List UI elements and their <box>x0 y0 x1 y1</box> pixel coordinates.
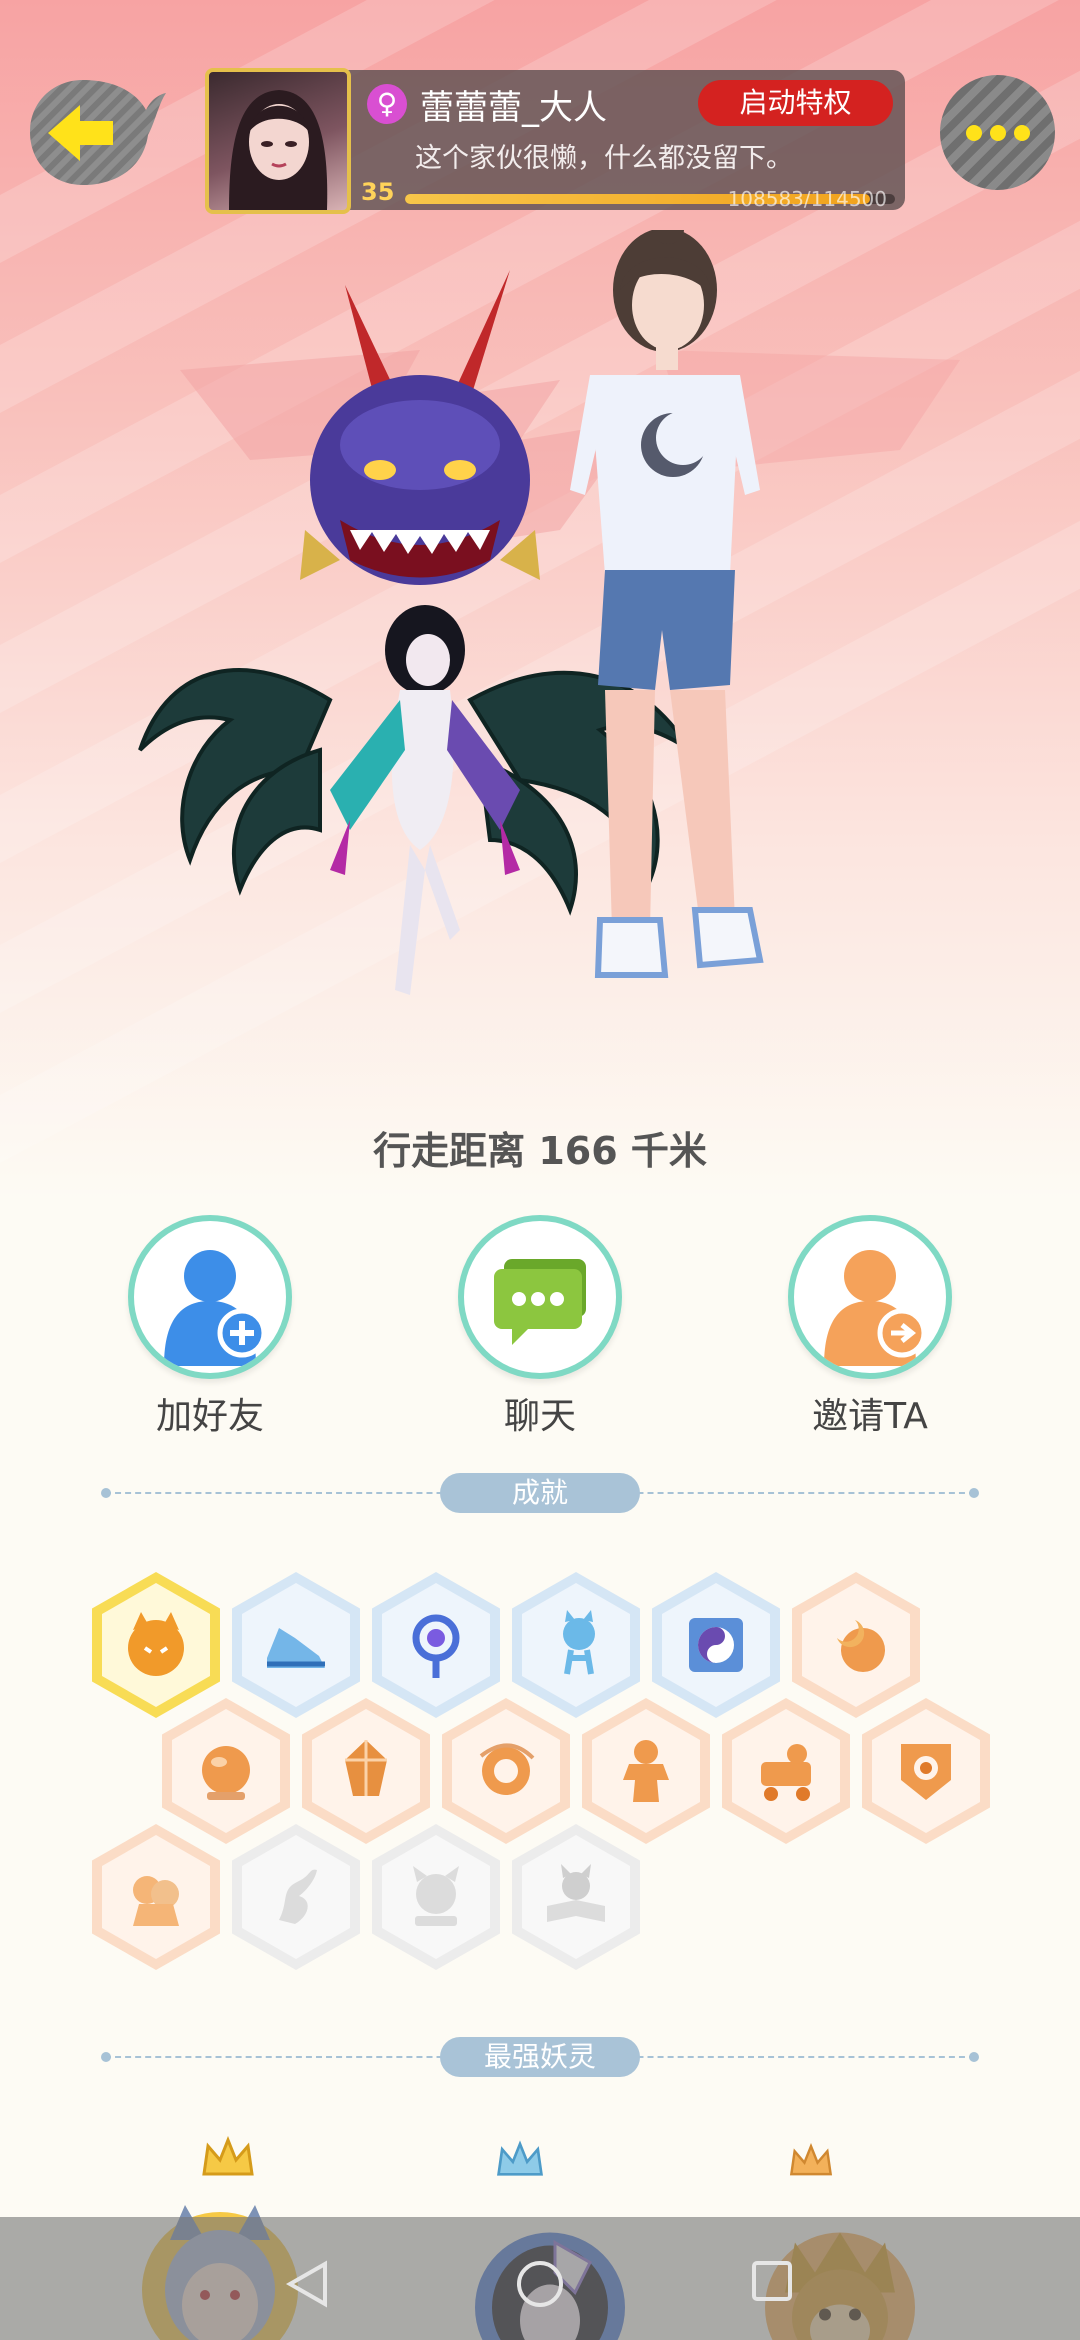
achievement-badge[interactable] <box>232 1572 360 1718</box>
achievements-header: 成就 <box>101 1473 979 1513</box>
achievement-badge[interactable] <box>372 1572 500 1718</box>
taiji-swirl-icon <box>479 1743 535 1795</box>
achievement-badge[interactable] <box>512 1572 640 1718</box>
achievement-badge[interactable] <box>862 1698 990 1844</box>
avatar[interactable] <box>205 68 351 214</box>
fox-face-icon <box>128 1612 184 1676</box>
sneaker-icon <box>267 1628 325 1668</box>
dragon-locked-icon <box>279 1869 317 1924</box>
xp-text: 108583/114500 <box>727 187 887 211</box>
add-friend-label: 加好友 <box>155 1396 264 1437</box>
character-scene[interactable] <box>0 216 1080 1100</box>
dot-icon <box>1013 124 1030 141</box>
chat-button[interactable]: 聊天 <box>455 1215 625 1439</box>
orb-icon <box>202 1746 250 1800</box>
bronze-crown-icon <box>789 2143 833 2176</box>
achievement-badge[interactable] <box>722 1698 850 1844</box>
chat-label: 聊天 <box>503 1396 576 1437</box>
achievement-badge-locked[interactable] <box>372 1824 500 1970</box>
achievement-badge[interactable] <box>652 1572 780 1718</box>
more-options-button[interactable] <box>940 75 1055 190</box>
back-arrow-icon <box>30 80 166 185</box>
dot-icon <box>989 124 1006 141</box>
achievements-title: 成就 <box>440 1473 640 1513</box>
spirit-cat-icon <box>563 1610 595 1675</box>
spirit-girl <box>330 605 520 995</box>
achievement-badge-locked[interactable] <box>512 1824 640 1970</box>
add-friend-icon <box>128 1215 292 1379</box>
achievement-badge[interactable] <box>442 1698 570 1844</box>
achievement-badge[interactable] <box>302 1698 430 1844</box>
moon-sun-icon <box>837 1620 885 1672</box>
achievement-badge[interactable] <box>162 1698 290 1844</box>
strongest-spirits-title: 最强妖灵 <box>440 2037 640 2077</box>
demon-mask <box>300 270 540 585</box>
nav-home-icon[interactable] <box>515 2259 565 2309</box>
achievement-badge[interactable] <box>92 1572 220 1718</box>
cat-pair-icon <box>133 1876 179 1926</box>
vip-privilege-button[interactable]: 启动特权 <box>698 80 893 126</box>
username: 蕾蕾蕾_大人 <box>420 88 607 128</box>
gingerbread-icon <box>623 1740 669 1802</box>
player-avatar <box>570 216 764 978</box>
achievement-badge-locked[interactable] <box>232 1824 360 1970</box>
crystal-icon <box>345 1740 387 1796</box>
dot-icon <box>965 124 982 141</box>
user-bio: 这个家伙很懒，什么都没留下。 <box>415 143 793 174</box>
fox-book-locked-icon <box>547 1864 605 1922</box>
silver-crown-icon <box>497 2140 543 2176</box>
shield-badge-icon <box>901 1744 951 1800</box>
add-friend-button[interactable]: 加好友 <box>125 1215 295 1439</box>
walk-distance: 行走距离 166 千米 <box>373 1129 707 1173</box>
gender-icon: ♀ <box>367 84 407 124</box>
back-button[interactable] <box>28 75 168 190</box>
chat-icon <box>458 1215 622 1379</box>
demon-locked-icon <box>413 1866 459 1926</box>
nav-back-icon[interactable] <box>285 2259 330 2309</box>
achievement-badge[interactable] <box>582 1698 710 1844</box>
level-number: 35 <box>361 178 395 206</box>
gold-crown-icon <box>202 2136 254 2176</box>
yin-yang-book-icon <box>689 1618 743 1672</box>
achievement-badge[interactable] <box>792 1572 920 1718</box>
magnifier-icon <box>412 1614 460 1678</box>
stroller-icon <box>761 1744 811 1801</box>
invite-icon <box>788 1215 952 1379</box>
invite-button[interactable]: 邀请TA <box>785 1215 955 1439</box>
profile-card[interactable]: ♀ 蕾蕾蕾_大人 启动特权 这个家伙很懒，什么都没留下。 35 108583/1… <box>205 68 905 214</box>
nav-recents-icon[interactable] <box>750 2259 794 2303</box>
strongest-spirits-header: 最强妖灵 <box>101 2037 979 2077</box>
achievement-badge[interactable] <box>92 1824 220 1970</box>
invite-label: 邀请TA <box>812 1396 928 1437</box>
system-navigation-bar <box>0 2217 1080 2340</box>
